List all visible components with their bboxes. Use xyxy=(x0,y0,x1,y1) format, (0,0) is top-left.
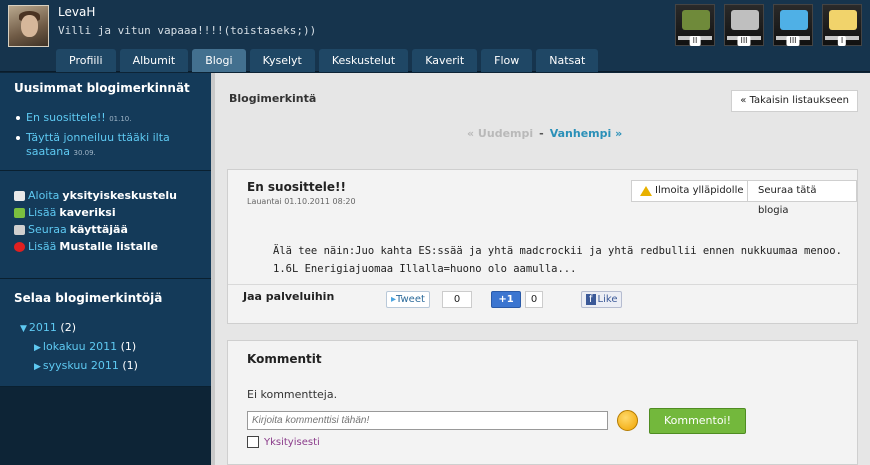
add-friend[interactable]: Lisää kaveriksi xyxy=(14,204,197,221)
comments-section: Kommentit Ei kommentteja. Kommentoi! Yks… xyxy=(227,340,858,465)
award-badge-icon xyxy=(682,10,710,30)
chat-icon xyxy=(14,190,25,201)
hearts-badge[interactable]: III xyxy=(773,4,813,46)
follow-blog-button[interactable]: Seuraa tätä blogia xyxy=(747,180,857,216)
private-checkbox[interactable] xyxy=(247,436,259,448)
comment-submit-button[interactable]: Kommentoi! xyxy=(649,408,746,434)
camera-badge[interactable]: III xyxy=(724,4,764,46)
block-icon xyxy=(14,241,25,252)
user-status: Villi ja vitun vapaaa!!!!(toistaseks;)) xyxy=(58,24,317,37)
tab-blogi[interactable]: Blogi xyxy=(192,49,246,72)
username: LevaH xyxy=(58,5,96,19)
back-to-list-button[interactable]: « Takaisin listaukseen xyxy=(731,90,858,112)
private-label: Yksityisesti xyxy=(264,436,320,448)
add-blacklist[interactable]: Lisää Mustalle listalle xyxy=(14,238,197,255)
tab-keskustelut[interactable]: Keskustelut xyxy=(318,49,409,72)
older-link[interactable]: Vanhempi » xyxy=(550,127,623,140)
post-pager: « Uudempi - Vanhempi » xyxy=(467,127,623,140)
triangle-right-icon: ▶ xyxy=(34,343,41,353)
tab-flow[interactable]: Flow xyxy=(481,49,533,72)
latest-post-item: En suosittele!! 01.10. xyxy=(14,111,197,126)
header: LevaH Villi ja vitun vapaaa!!!!(toistase… xyxy=(0,0,870,72)
camera-badge-icon xyxy=(731,10,759,30)
award-badge[interactable]: II xyxy=(675,4,715,46)
profile-tabs: Profiili Albumit Blogi Kyselyt Keskustel… xyxy=(56,49,599,72)
share-label: Jaa palveluihin xyxy=(243,290,335,303)
latest-posts-box: Uusimmat blogimerkinnät En suosittele!! … xyxy=(0,73,211,171)
comments-title: Kommentit xyxy=(247,352,322,366)
plus-one-button[interactable]: +1 xyxy=(491,291,521,308)
tree-year[interactable]: ▼ 2011 (2) xyxy=(14,319,197,338)
post-body: Älä tee näin:Juo kahta ES:ssää ja yhtä m… xyxy=(273,245,842,275)
tweet-count: 0 xyxy=(442,291,472,308)
notepad-badge[interactable]: I xyxy=(822,4,862,46)
plus-one-count: 0 xyxy=(525,291,543,308)
start-private-chat[interactable]: Aloita yksityiskeskustelu xyxy=(14,187,197,204)
tree-month[interactable]: ▶ syyskuu 2011 (1) xyxy=(14,357,197,376)
main-content: Blogimerkintä « Takaisin listaukseen « U… xyxy=(211,73,870,465)
no-comments-text: Ei kommentteja. xyxy=(247,388,338,401)
tab-albumit[interactable]: Albumit xyxy=(119,49,189,72)
add-friend-icon xyxy=(14,207,25,218)
triangle-down-icon: ▼ xyxy=(20,324,27,334)
tab-natsat[interactable]: Natsat xyxy=(536,49,599,72)
latest-posts-title: Uusimmat blogimerkinnät xyxy=(14,81,190,95)
actions-box: Aloita yksityiskeskustelu Lisää kaveriks… xyxy=(0,171,211,279)
follow-icon xyxy=(14,224,25,235)
badges: II III III I xyxy=(675,4,862,46)
browse-box: Selaa blogimerkintöjä ▼ 2011 (2) ▶ lokakuu… xyxy=(0,279,211,387)
blog-post: En suosittele!! Lauantai 01.10.2011 08:2… xyxy=(227,169,858,324)
tab-profiili[interactable]: Profiili xyxy=(56,49,116,72)
newer-link: « Uudempi xyxy=(467,127,534,140)
notepad-badge-icon xyxy=(829,10,857,30)
hearts-badge-icon xyxy=(780,10,808,30)
latest-post-item: Täyttä jonneiluu ttääki ilta saatana 30.0… xyxy=(14,131,197,160)
tweet-button[interactable]: ▸Tweet xyxy=(386,291,430,308)
tab-kyselyt[interactable]: Kyselyt xyxy=(249,49,315,72)
latest-post-link[interactable]: Täyttä jonneiluu ttääki ilta saatana xyxy=(26,131,170,158)
smiley-icon[interactable] xyxy=(617,410,638,431)
avatar[interactable] xyxy=(8,5,49,47)
facebook-icon: f xyxy=(586,294,596,305)
latest-post-link[interactable]: En suosittele!! xyxy=(26,111,106,124)
private-checkbox-row[interactable]: Yksityisesti xyxy=(247,436,320,448)
fb-like-button[interactable]: f Like xyxy=(581,291,623,308)
sidebar: Uusimmat blogimerkinnät En suosittele!! … xyxy=(0,73,211,465)
post-date: Lauantai 01.10.2011 08:20 xyxy=(247,197,356,206)
report-button[interactable]: Ilmoita ylläpidolle xyxy=(631,180,753,202)
follow-user[interactable]: Seuraa käyttäjää xyxy=(14,221,197,238)
share-bar: Jaa palveluihin ▸Tweet 0 +1 0 f Like xyxy=(228,284,857,324)
browse-title: Selaa blogimerkintöjä xyxy=(14,291,163,305)
tab-kaverit[interactable]: Kaverit xyxy=(412,49,478,72)
triangle-right-icon: ▶ xyxy=(34,362,41,372)
warning-icon xyxy=(640,186,652,196)
comment-input[interactable] xyxy=(247,411,608,430)
page-title: Blogimerkintä xyxy=(229,92,317,105)
tree-month[interactable]: ▶ lokakuu 2011 (1) xyxy=(14,338,197,357)
post-title: En suosittele!! xyxy=(247,180,346,194)
